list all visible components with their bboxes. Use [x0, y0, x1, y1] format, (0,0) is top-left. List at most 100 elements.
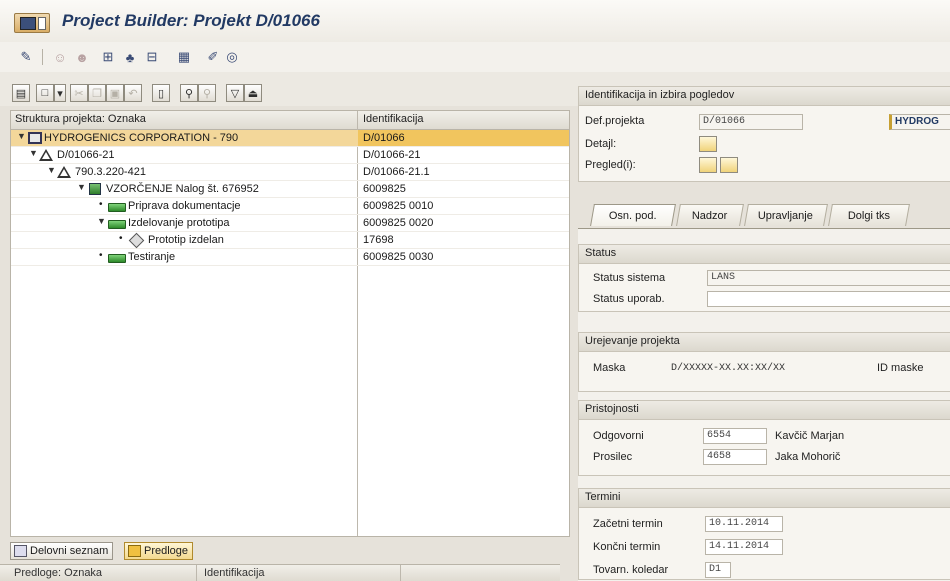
tab-label: Upravljanje — [758, 209, 814, 222]
order-view-icon[interactable] — [720, 157, 738, 173]
tree-row-label: Izdelovanje prototipa — [128, 217, 230, 229]
tree-row[interactable]: ▼ 790.3.220-421 D/01066-21.1 — [11, 164, 569, 181]
tab-worklist-label: Delovni seznam — [30, 545, 109, 557]
copy-icon[interactable]: ❐ — [88, 84, 106, 102]
tab-long-text[interactable]: Dolgi tks — [828, 204, 910, 226]
tab-templates[interactable]: Predloge — [124, 542, 194, 560]
tree-row-label: 790.3.220-421 — [75, 166, 146, 178]
wbs-view-icon[interactable] — [699, 157, 717, 173]
tree-row-label: Priprava dokumentacje — [128, 200, 241, 212]
edit-icon[interactable]: ✐ — [205, 49, 221, 65]
column-divider[interactable] — [196, 565, 197, 581]
new-doc-icon[interactable]: □ — [36, 84, 54, 102]
tab-control[interactable]: Nadzor — [676, 204, 744, 226]
hierarchy-icon[interactable]: ⊞ — [100, 49, 116, 65]
templates-icon — [128, 545, 141, 557]
tree-row[interactable]: ▼ VZORČENJE Nalog št. 676952 6009825 — [11, 181, 569, 198]
tree-row-ident: 6009825 0030 — [363, 251, 434, 263]
open-folder-icon[interactable]: ▤ — [12, 84, 30, 102]
group-header: Status — [579, 245, 950, 264]
responsible-name: Kavčič Marjan — [775, 430, 845, 442]
project-icon — [28, 132, 42, 144]
sort-icon[interactable]: ⏏ — [244, 84, 262, 102]
people2-icon[interactable]: ☻ — [74, 49, 90, 65]
tree-row-ident: D/01066-21 — [363, 149, 421, 161]
grid-icon[interactable]: ▦ — [176, 49, 192, 65]
applicant-label: Prosilec — [593, 451, 633, 463]
group-header: Identifikacija in izbira pogledov — [579, 87, 950, 106]
tree-row-label: HYDROGENICS CORPORATION - 790 — [44, 132, 239, 144]
group-title: Urejevanje projekta — [585, 335, 680, 347]
tree-row[interactable]: • Priprava dokumentacje 6009825 0010 — [11, 198, 569, 215]
collapse-icon[interactable]: ▼ — [29, 148, 38, 158]
toolbar-separator — [42, 49, 43, 65]
def-project-field[interactable]: D/01066 — [699, 114, 803, 130]
tree-row[interactable]: • Prototip izdelan 17698 — [11, 232, 569, 249]
tree-row-label: Testiranje — [128, 251, 176, 263]
tree-row-ident: D/01066-21.1 — [363, 166, 430, 178]
circle-icon[interactable]: ◎ — [224, 49, 240, 65]
column-divider[interactable] — [400, 565, 401, 581]
tab-basic-data[interactable]: Osn. pod. — [590, 204, 676, 226]
project-structure-tree: Struktura projekta: Oznaka Identifikacij… — [10, 110, 570, 537]
applicant-field[interactable]: 4658 — [703, 449, 767, 465]
chevron-down-icon[interactable]: ▾ — [54, 84, 66, 102]
paste-icon[interactable]: ▣ — [106, 84, 124, 102]
tree-row-label: Prototip izdelan — [148, 234, 224, 246]
app-menu-icon[interactable] — [14, 13, 50, 33]
tree-row[interactable]: ▼ HYDROGENICS CORPORATION - 790 D/01066 — [11, 130, 569, 147]
tree-row[interactable]: ▼ D/01066-21 D/01066-21 — [11, 147, 569, 164]
find-icon[interactable]: ⚲ — [180, 84, 198, 102]
views-label: Pregled(i): — [585, 159, 636, 171]
def-project-label: Def.projekta — [585, 115, 645, 127]
collapse-icon[interactable]: ▼ — [77, 182, 86, 192]
column-ident-header[interactable]: Identifikacija — [363, 113, 424, 125]
delete-icon[interactable]: ▯ — [152, 84, 170, 102]
mask-label: Maska — [593, 362, 626, 374]
project-detail-icon[interactable] — [699, 136, 717, 152]
cut-icon[interactable]: ✂ — [70, 84, 88, 102]
bottom-tab-strip: Delovni seznam Predloge — [10, 540, 568, 562]
pen-icon[interactable]: ✎ — [18, 49, 34, 65]
group-header: Pristojnosti — [579, 401, 950, 420]
undo-icon[interactable]: ↶ — [124, 84, 142, 102]
column-structure-header[interactable]: Struktura projekta: Oznaka — [15, 113, 146, 125]
tree-row-ident: 6009825 0020 — [363, 217, 434, 229]
column-ident-header[interactable]: Identifikacija — [204, 567, 265, 579]
user-status-field[interactable] — [707, 291, 950, 307]
column-templates-header[interactable]: Predloge: Oznaka — [14, 567, 102, 579]
people-icon[interactable]: ☺ — [52, 49, 68, 65]
group-title: Pristojnosti — [585, 403, 639, 415]
leaf-bullet: • — [99, 250, 103, 261]
end-date-field[interactable]: 14.11.2014 — [705, 539, 783, 555]
tree-row[interactable]: • Testiranje 6009825 0030 — [11, 249, 569, 266]
system-status-field[interactable]: LANS — [707, 270, 950, 286]
org-icon[interactable]: ♣ — [122, 49, 138, 65]
find-next-icon[interactable]: ⚲ — [198, 84, 216, 102]
tab-label: Nadzor — [692, 209, 728, 222]
worklist-icon — [14, 545, 27, 557]
group-header: Termini — [579, 489, 950, 508]
tree-row-label: D/01066-21 — [57, 149, 115, 161]
tree-row[interactable]: ▼ Izdelovanje prototipa 6009825 0020 — [11, 215, 569, 232]
tab-worklist[interactable]: Delovni seznam — [10, 542, 114, 560]
order-icon — [89, 183, 101, 195]
start-date-field[interactable]: 10.11.2014 — [705, 516, 783, 532]
factory-calendar-label: Tovarn. koledar — [593, 564, 669, 576]
leaf-bullet: • — [99, 199, 103, 210]
tab-administration[interactable]: Upravljanje — [744, 204, 828, 226]
end-date-label: Končni termin — [593, 541, 661, 553]
filter-icon[interactable]: ▽ — [226, 84, 244, 102]
collapse-icon[interactable]: ▼ — [97, 216, 106, 226]
collapse-icon[interactable]: ▼ — [47, 165, 56, 175]
collapse-icon[interactable]: ▼ — [17, 131, 26, 141]
responsible-field[interactable]: 6554 — [703, 428, 767, 444]
tree-row-ident: 6009825 0010 — [363, 200, 434, 212]
status-group: Status Status sistema LANS Status uporab… — [578, 244, 950, 312]
project-editing-group: Urejevanje projekta Maska D/XXXXX-XX.XX:… — [578, 332, 950, 392]
details-label: Detajl: — [585, 138, 617, 150]
mask-value: D/XXXXX-XX.XX:XX/XX — [671, 363, 786, 374]
title-bar: Project Builder: Projekt D/01066 — [0, 0, 950, 42]
factory-calendar-field[interactable]: D1 — [705, 562, 731, 578]
network-icon[interactable]: ⊟ — [144, 49, 160, 65]
